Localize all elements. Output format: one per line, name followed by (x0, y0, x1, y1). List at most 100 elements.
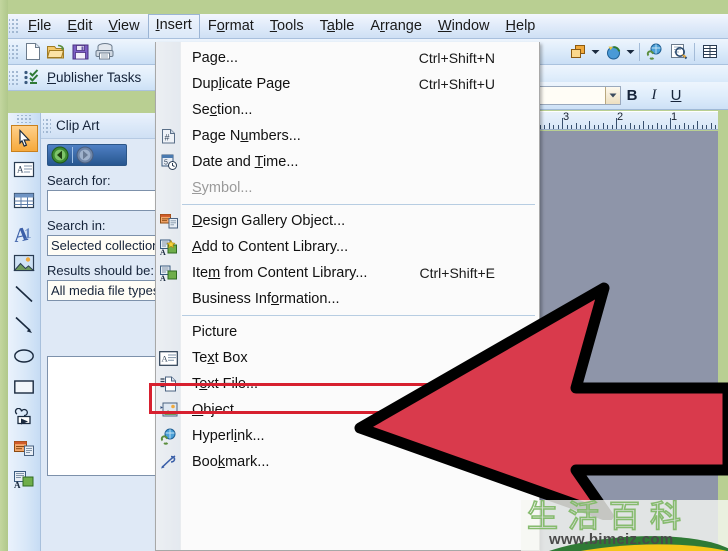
back-icon[interactable] (48, 145, 72, 165)
objects-toolbar-grip[interactable] (15, 115, 33, 123)
bold-button[interactable]: B (621, 87, 643, 104)
results-type-select[interactable]: All media file types (47, 280, 159, 301)
menu-table[interactable]: Table (312, 15, 363, 38)
menu-item-date-and-time[interactable]: 5 Date and Time... (156, 149, 539, 175)
menu-item-business-information[interactable]: Business Information... (156, 286, 539, 312)
publisher-tasks-icon[interactable] (21, 67, 43, 89)
menu-window[interactable]: Window (430, 15, 498, 38)
ruler-tick (607, 125, 608, 129)
bring-to-front-dropdown-icon[interactable] (590, 42, 601, 62)
menu-item-picture[interactable]: Picture (156, 319, 539, 345)
table-grid-icon[interactable] (699, 41, 721, 63)
search-in-select[interactable]: Selected collections (47, 235, 159, 256)
rotate-icon[interactable] (602, 41, 624, 63)
ruler-tick (661, 125, 662, 129)
objects-toolbar: A A 1 A (8, 113, 41, 551)
clip-art-results-list[interactable] (47, 356, 159, 476)
menu-item-page[interactable]: Page... Ctrl+Shift+N (156, 45, 539, 71)
menu-item-no-icon (156, 286, 181, 312)
ruler-label-3: 3 (563, 111, 570, 123)
search-in-label: Search in: (47, 218, 106, 233)
ruler-tick (634, 125, 635, 129)
page-numbers-icon: # (156, 123, 181, 149)
ruler-tick (562, 118, 563, 129)
menu-edit[interactable]: Edit (59, 15, 100, 38)
item-library-tool[interactable]: A (11, 466, 38, 493)
open-folder-icon[interactable] (45, 41, 67, 63)
menu-tools[interactable]: Tools (262, 15, 312, 38)
menu-item-design-gallery-object[interactable]: Design Gallery Object... (156, 208, 539, 234)
ruler-tick (674, 125, 676, 129)
underline-button[interactable]: U (665, 87, 687, 104)
menu-item-symbol: Symbol... (156, 175, 539, 201)
menu-item-shortcut: Ctrl+Shift+E (419, 265, 495, 281)
menu-item-label: Add to Content Library... (192, 239, 349, 255)
print-icon[interactable] (93, 41, 115, 63)
bring-to-front-icon[interactable] (567, 41, 589, 63)
menu-view[interactable]: View (100, 15, 147, 38)
menu-item-text-box[interactable]: A Text Box (156, 345, 539, 371)
ruler-tick (584, 125, 586, 129)
text-box-highlight-annotation (149, 383, 535, 414)
wordart-tool[interactable]: A 1 (11, 218, 38, 245)
svg-text:5: 5 (164, 160, 168, 167)
ruler-tick (647, 125, 649, 129)
menu-item-section[interactable]: Section... (156, 97, 539, 123)
task-pane-title-bar[interactable]: Clip Art (41, 113, 158, 139)
menu-arrange[interactable]: Arrange (362, 15, 430, 38)
ruler-tick (652, 125, 653, 129)
menu-bar-grip[interactable] (9, 17, 18, 35)
font-name-combo[interactable] (531, 86, 621, 105)
design-checker-icon[interactable] (668, 41, 690, 63)
ruler-tick (670, 118, 671, 129)
menu-item-bookmark[interactable]: Bookmark... (156, 449, 539, 475)
menu-item-label: Symbol... (192, 180, 253, 196)
menu-help[interactable]: Help (498, 15, 544, 38)
ruler-tick (598, 125, 599, 129)
menu-item-label: Section... (192, 102, 253, 118)
menu-item-duplicate-page[interactable]: Duplicate Page Ctrl+Shift+U (156, 71, 539, 97)
rectangle-tool[interactable] (11, 373, 38, 400)
menu-item-label: Item from Content Library... (192, 265, 368, 281)
menu-separator (182, 315, 535, 316)
search-for-label: Search for: (47, 173, 111, 188)
arrow-tool[interactable] (11, 311, 38, 338)
task-pane-grip[interactable] (43, 116, 51, 135)
menu-item-shortcut: Ctrl+Shift+N (418, 50, 495, 66)
menu-item-page-numbers[interactable]: # Page Numbers... (156, 123, 539, 149)
new-publication-icon[interactable] (21, 41, 43, 63)
ruler-tick (679, 125, 680, 129)
menu-format[interactable]: Format (200, 15, 262, 38)
hyperlink-icon[interactable] (644, 41, 666, 63)
menu-item-label: Hyperlink... (192, 428, 265, 444)
forward-icon[interactable] (73, 145, 97, 165)
line-tool[interactable] (11, 280, 38, 307)
menu-item-hyperlink[interactable]: Hyperlink... Ctrl+K (156, 423, 539, 449)
menu-item-shortcut: Ctrl+Shift+U (418, 76, 495, 92)
text-box-tool[interactable]: A (11, 156, 38, 183)
search-for-input[interactable] (47, 190, 159, 211)
menu-item-add-to-content-library[interactable]: A Add to Content Library... (156, 234, 539, 260)
publisher-tasks-label[interactable]: Publisher Tasks (47, 70, 141, 85)
menu-item-item-from-content-library[interactable]: A Item from Content Library... Ctrl+Shift+… (156, 260, 539, 286)
oval-tool[interactable] (11, 342, 38, 369)
font-name-dropdown-icon[interactable] (605, 87, 620, 104)
ruler-tick (571, 125, 572, 129)
tasks-toolbar-grip[interactable] (9, 68, 18, 87)
menu-item-no-icon (156, 71, 181, 97)
autoshapes-tool[interactable] (11, 404, 38, 431)
design-gallery-tool[interactable] (11, 435, 38, 462)
hyperlink-icon (156, 423, 181, 449)
menu-item-label: Bookmark... (192, 454, 270, 470)
menu-insert[interactable]: Insert (147, 14, 200, 38)
select-objects-tool[interactable] (10, 125, 38, 152)
picture-frame-tool[interactable] (11, 249, 38, 276)
insert-table-tool[interactable] (11, 187, 38, 214)
standard-toolbar-grip[interactable] (9, 42, 18, 61)
ruler-label-1: 1 (671, 111, 678, 123)
italic-button[interactable]: I (643, 87, 665, 104)
rotate-dropdown-icon[interactable] (625, 42, 636, 62)
svg-text:A: A (17, 165, 24, 175)
save-icon[interactable] (69, 41, 91, 63)
menu-file[interactable]: File (20, 15, 59, 38)
